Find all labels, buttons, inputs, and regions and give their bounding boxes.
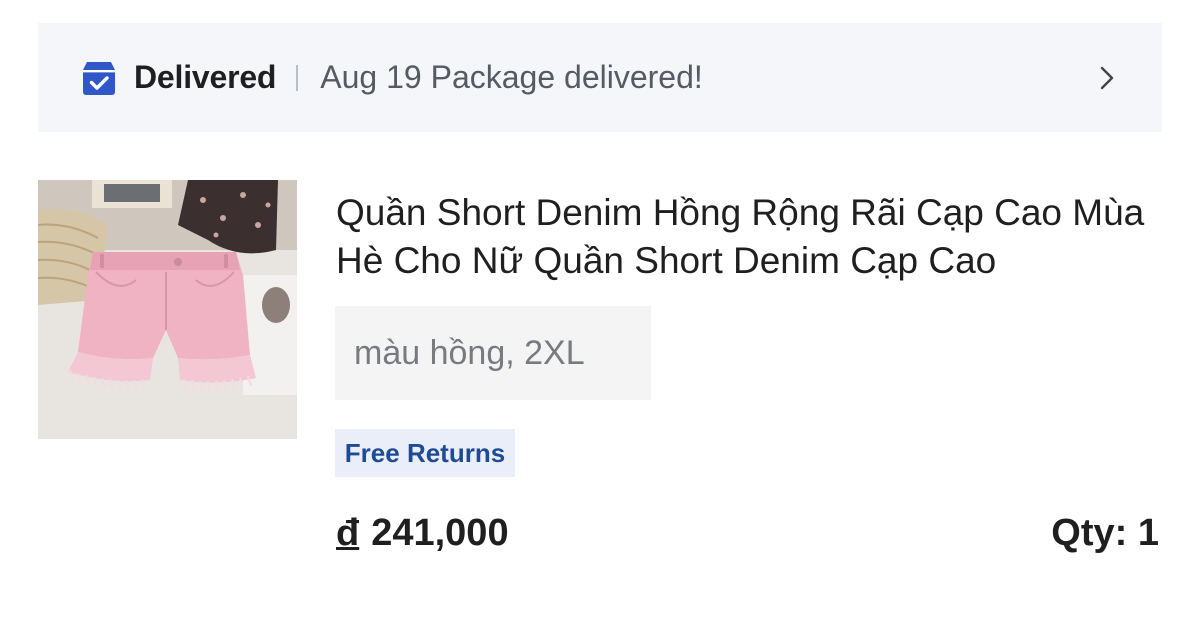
product-image[interactable] — [38, 180, 297, 439]
package-check-icon — [83, 61, 115, 95]
chevron-right-icon[interactable] — [1098, 64, 1116, 92]
price: đ 241,000 — [336, 512, 509, 555]
delivery-status-message: Aug 19 Package delivered! — [320, 59, 703, 95]
delivery-status-title: Delivered — [134, 59, 277, 95]
currency-symbol: đ — [336, 512, 360, 554]
status-divider — [296, 64, 299, 91]
delivery-status-bar[interactable]: Delivered Aug 19 Package delivered! — [38, 23, 1162, 132]
product-title[interactable]: Quần Short Denim Hồng Rộng Rãi Cạp Cao M… — [336, 189, 1162, 285]
price-amount: 241,000 — [371, 512, 509, 554]
free-returns-badge: Free Returns — [335, 429, 515, 477]
order-item-card: Delivered Aug 19 Package delivered! Quần… — [0, 0, 1200, 624]
quantity-label: Qty: 1 — [1051, 512, 1159, 554]
variant-label: màu hồng, 2XL — [335, 306, 651, 400]
